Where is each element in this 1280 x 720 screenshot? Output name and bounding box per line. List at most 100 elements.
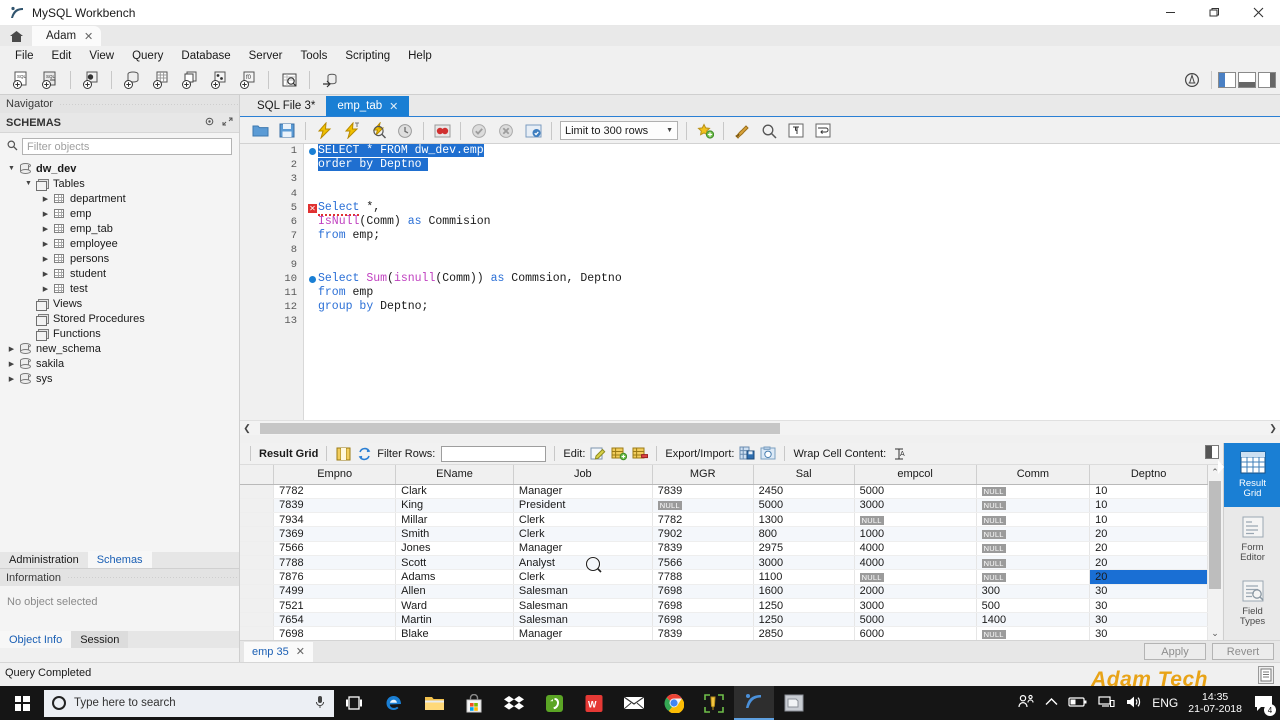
result-set-tab-emp-35[interactable]: emp 35 ✕ [244, 641, 313, 662]
scroll-down-icon[interactable]: ⌄ [1208, 626, 1222, 640]
tree-item-employee[interactable]: ▶ employee [0, 236, 239, 251]
grid-cell-ename[interactable]: Adams [395, 569, 514, 585]
people-icon[interactable] [1017, 694, 1035, 712]
find-icon[interactable] [756, 119, 782, 143]
grid-cell-empcol[interactable]: 1000 [854, 526, 977, 542]
result-grid[interactable]: Empno EName Job MGR Sal empcol Comm Deptno 7782… [240, 465, 1208, 640]
grid-row-header[interactable] [240, 526, 275, 542]
menu-query[interactable]: Query [123, 48, 172, 64]
new-procedure-icon[interactable] [206, 68, 232, 92]
new-function-icon[interactable]: f0 [235, 68, 261, 92]
grid-cell-job[interactable]: Manager [513, 484, 653, 499]
grid-row-header[interactable] [240, 612, 275, 628]
grid-cell-empno[interactable]: 7788 [273, 555, 397, 571]
wps-office-icon[interactable]: W [574, 686, 614, 720]
grid-cell-empcol[interactable]: 5000 [854, 484, 977, 499]
grid-cell-empno[interactable]: 7499 [273, 584, 397, 599]
grid-cell-job[interactable]: Analyst [513, 555, 653, 571]
sql-horizontal-scrollbar[interactable]: ❮ ❯ [240, 420, 1280, 435]
grid-cell-deptno[interactable]: 30 [1089, 598, 1208, 614]
menu-edit[interactable]: Edit [43, 48, 81, 64]
grid-cell-job[interactable]: Clerk [513, 512, 653, 528]
chevron-right-icon[interactable]: ▶ [6, 345, 17, 353]
expand-icon[interactable] [222, 116, 233, 130]
grid-cell-ename[interactable]: Martin [395, 612, 514, 628]
grid-column-header-job[interactable]: Job [513, 465, 653, 485]
grid-cell-empcol[interactable]: 5000 [854, 612, 977, 628]
grid-cell-deptno[interactable]: 10 [1089, 498, 1208, 514]
mysql-workbench-taskbar-icon[interactable] [734, 686, 774, 720]
save-file-icon[interactable] [274, 119, 300, 143]
export-recordset-icon[interactable] [738, 445, 755, 462]
grid-cell-mgr[interactable]: 7566 [652, 555, 754, 571]
start-button[interactable] [0, 686, 44, 720]
grid-cell-deptno[interactable]: 30 [1089, 612, 1208, 628]
grid-cell-deptno[interactable]: 10 [1089, 512, 1208, 528]
scroll-left-icon[interactable]: ❮ [240, 423, 254, 434]
grid-cell-job[interactable]: Manager [513, 626, 653, 640]
grid-cell-ename[interactable]: King [395, 498, 514, 514]
notification-center-icon[interactable]: 4 [1252, 692, 1276, 716]
scroll-track[interactable] [254, 422, 1266, 435]
tree-item-emp-tab[interactable]: ▶ emp_tab [0, 221, 239, 236]
dropbox-icon[interactable] [494, 686, 534, 720]
grid-cell-job[interactable]: Clerk [513, 526, 653, 542]
scroll-thumb[interactable] [1209, 481, 1221, 589]
tab-session[interactable]: Session [71, 631, 129, 648]
chevron-right-icon[interactable]: ▶ [40, 285, 51, 293]
taskbar-search-box[interactable]: Type here to search [44, 689, 334, 717]
open-sql-script-icon[interactable]: SQL [37, 68, 63, 92]
clock[interactable]: 14:35 21-07-2018 [1188, 691, 1242, 715]
grid-cell-comm[interactable]: 500 [976, 598, 1091, 614]
menu-help[interactable]: Help [399, 48, 441, 64]
evernote-icon[interactable] [534, 686, 574, 720]
microphone-icon[interactable] [314, 695, 326, 712]
chevron-down-icon[interactable]: ▼ [23, 180, 34, 187]
commit-icon[interactable] [466, 119, 492, 143]
grid-row-header[interactable] [240, 484, 275, 499]
grid-cell-job[interactable]: Manager [513, 541, 653, 556]
grid-cell-comm[interactable]: NULL [976, 484, 1091, 499]
tab-object-info[interactable]: Object Info [0, 631, 72, 648]
grid-row-header[interactable] [240, 541, 275, 556]
grid-cell-ename[interactable]: Millar [395, 512, 514, 528]
grid-cell-mgr[interactable]: 7902 [652, 526, 754, 542]
tree-item-tables[interactable]: ▼ Tables [0, 176, 239, 191]
grid-cell-mgr[interactable]: 7698 [652, 598, 754, 614]
grid-cell-empno[interactable]: 7876 [273, 569, 397, 585]
add-snippet-icon[interactable] [692, 119, 718, 143]
edge-icon[interactable] [374, 686, 414, 720]
error-marker-icon[interactable]: ✕ [308, 203, 317, 213]
side-panel-form-editor[interactable]: Form Editor [1224, 507, 1280, 571]
volume-icon[interactable] [1125, 695, 1142, 712]
grid-panel-toggle-button[interactable] [1205, 445, 1219, 459]
grid-cell-sal[interactable]: 2850 [753, 626, 855, 640]
file-explorer-icon[interactable] [414, 686, 454, 720]
grid-row-header[interactable] [240, 626, 275, 640]
tree-item-student[interactable]: ▶ student [0, 266, 239, 281]
grid-cell-sal[interactable]: 1250 [753, 612, 855, 628]
grid-cell-ename[interactable]: Scott [395, 555, 514, 571]
table-row[interactable]: 7839 King President NULL 5000 3000 NULL 10 [240, 498, 1208, 514]
grid-column-header-empno[interactable]: Empno [273, 465, 397, 485]
new-schema-icon[interactable] [119, 68, 145, 92]
close-icon[interactable]: ✕ [389, 100, 398, 113]
grid-row-header[interactable] [240, 598, 275, 614]
inspector-icon[interactable] [276, 68, 302, 92]
tree-item-emp[interactable]: ▶ emp [0, 206, 239, 221]
maximize-button[interactable] [1192, 0, 1236, 26]
connection-tab-adam[interactable]: Adam ✕ [32, 26, 102, 46]
breakpoint-dot-icon[interactable] [309, 148, 316, 155]
grid-cell-comm[interactable]: 300 [976, 584, 1091, 599]
execute-query-icon[interactable] [311, 119, 337, 143]
grid-row-header[interactable] [240, 569, 275, 585]
grid-column-header-mgr[interactable]: MGR [652, 465, 754, 485]
grid-cell-mgr[interactable]: 7839 [652, 626, 754, 640]
chevron-right-icon[interactable]: ▶ [40, 255, 51, 263]
grid-cell-empno[interactable]: 7839 [273, 498, 397, 514]
grid-cell-mgr[interactable]: 7698 [652, 612, 754, 628]
editor-tab-emp-tab[interactable]: emp_tab ✕ [326, 96, 410, 116]
grid-cell-sal[interactable]: 2450 [753, 484, 855, 499]
table-row[interactable]: 7566 Jones Manager 7839 2975 4000 NULL 20 [240, 541, 1208, 556]
tree-item-department[interactable]: ▶ department [0, 191, 239, 206]
